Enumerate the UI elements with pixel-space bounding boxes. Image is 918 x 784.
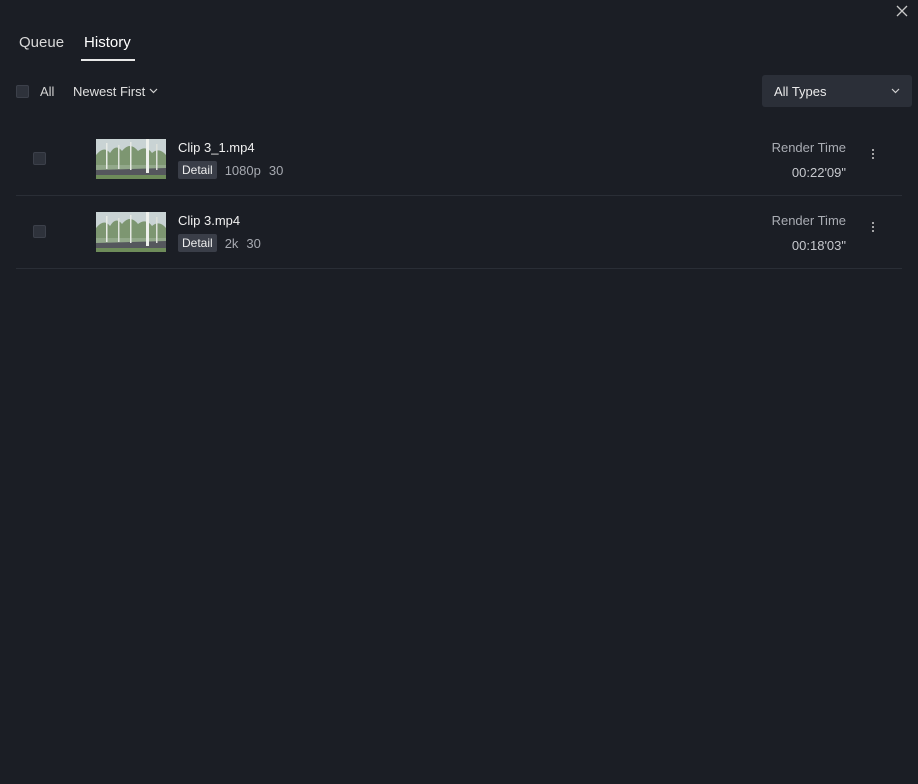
video-thumbnail (96, 139, 166, 179)
select-all[interactable]: All (16, 84, 54, 99)
sort-dropdown[interactable]: Newest First (73, 82, 158, 100)
file-meta: Detail 2k 30 (178, 234, 261, 252)
toolbar: All Newest First All Types (16, 75, 912, 107)
file-name: Clip 3_1.mp4 (178, 140, 255, 155)
history-row[interactable]: Clip 3.mp4 Detail 2k 30 Render Time 00:1… (16, 196, 902, 269)
chevron-down-icon (149, 88, 158, 94)
type-filter-label: All Types (774, 83, 827, 99)
render-time-value: 00:18'03" (791, 238, 846, 253)
resolution-text: 2k (224, 235, 239, 251)
more-options-icon[interactable] (870, 222, 876, 236)
tab-queue[interactable]: Queue (19, 34, 64, 59)
render-time-label: Render Time (771, 140, 846, 155)
tab-bar: Queue History (19, 34, 135, 61)
sort-label: Newest First (73, 83, 146, 99)
row-checkbox[interactable] (33, 152, 46, 165)
file-name: Clip 3.mp4 (178, 213, 241, 228)
resolution-text: 1080p (224, 162, 261, 178)
row-checkbox[interactable] (33, 225, 46, 238)
more-options-icon[interactable] (870, 149, 876, 163)
select-all-label: All (40, 84, 55, 99)
select-all-checkbox[interactable] (16, 85, 29, 98)
fps-text: 30 (246, 235, 261, 251)
detail-badge[interactable]: Detail (178, 161, 217, 179)
chevron-down-icon (891, 88, 900, 94)
type-filter-select[interactable]: All Types (762, 75, 912, 107)
video-thumbnail (96, 212, 166, 252)
tab-history[interactable]: History (81, 34, 135, 61)
detail-badge[interactable]: Detail (178, 234, 217, 252)
close-icon[interactable] (896, 5, 908, 17)
history-row[interactable]: Clip 3_1.mp4 Detail 1080p 30 Render Time… (16, 123, 902, 196)
fps-text: 30 (268, 162, 284, 178)
render-time-label: Render Time (771, 213, 846, 228)
file-meta: Detail 1080p 30 (178, 161, 283, 179)
render-time-value: 00:22'09" (791, 165, 846, 180)
